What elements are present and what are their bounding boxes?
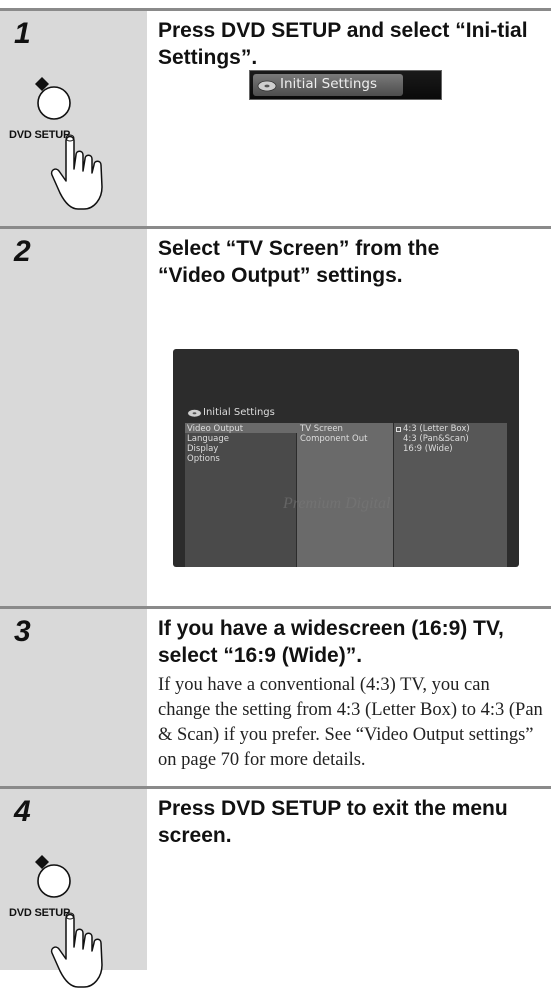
disc-icon [257, 80, 277, 92]
step-heading: Press DVD SETUP to exit the menu screen. [158, 797, 508, 847]
osd-label: Initial Settings [280, 76, 378, 92]
step-number: 1 [14, 17, 31, 50]
step-number: 4 [14, 795, 31, 828]
step-number: 3 [14, 615, 31, 648]
step-3: 3 If you have a widescreen (16:9) TV, se… [0, 606, 551, 789]
dvd-setup-button-illustration [35, 855, 103, 988]
step-sidebar: 1 DVD SETUP [0, 11, 147, 229]
menu-item-display: Display [187, 444, 219, 454]
step-heading: If you have a widescreen (16:9) TV, sele… [158, 617, 504, 667]
step-content: Press DVD SETUP and select “Ini-tial Set… [158, 17, 543, 71]
step-sidebar: 3 [0, 609, 147, 789]
step-number: 2 [14, 235, 31, 268]
option-letter-box: 4:3 (Letter Box) [403, 424, 470, 434]
initial-settings-screen: Initial Settings Video Output Language D… [173, 349, 519, 567]
screen-title: Initial Settings [203, 407, 275, 418]
menu-item-language: Language [187, 434, 229, 444]
submenu-item-component-out: Component Out [300, 434, 368, 444]
step-1: 1 DVD SETUP Press DVD SETUP and select “… [0, 8, 551, 229]
disc-icon [187, 409, 202, 418]
watermark-text: Premium Digital [283, 495, 391, 512]
selected-marker-icon [396, 427, 401, 432]
submenu-item-tv-screen: TV Screen [300, 424, 343, 434]
menu-item-options: Options [187, 454, 220, 464]
pressing-hand-icon [50, 135, 103, 210]
dvd-setup-button-illustration [35, 77, 103, 210]
step-content: Press DVD SETUP to exit the menu screen. [158, 795, 543, 849]
step-heading: Select “TV Screen” from the “Video Outpu… [158, 237, 440, 287]
round-button-icon [37, 864, 71, 898]
step-body: If you have a conventional (4:3) TV, you… [158, 675, 543, 770]
initial-settings-osd: Initial Settings [249, 70, 442, 100]
step-sidebar: 4 DVD SETUP [0, 789, 147, 988]
step-4: 4 DVD SETUP Press DVD SETUP to exit the … [0, 786, 551, 988]
round-button-icon [37, 86, 71, 120]
step-content: Select “TV Screen” from the “Video Outpu… [158, 235, 543, 289]
step-heading: Press DVD SETUP and select “Ini-tial Set… [158, 19, 528, 69]
step-content: If you have a widescreen (16:9) TV, sele… [158, 615, 543, 773]
dvd-setup-label: DVD SETUP [9, 129, 71, 141]
pressing-hand-icon [50, 913, 103, 988]
option-pan-scan: 4:3 (Pan&Scan) [403, 434, 469, 444]
step-sidebar: 2 [0, 229, 147, 609]
option-wide: 16:9 (Wide) [403, 444, 453, 454]
dvd-setup-label: DVD SETUP [9, 907, 71, 919]
menu-item-video-output: Video Output [187, 424, 244, 434]
